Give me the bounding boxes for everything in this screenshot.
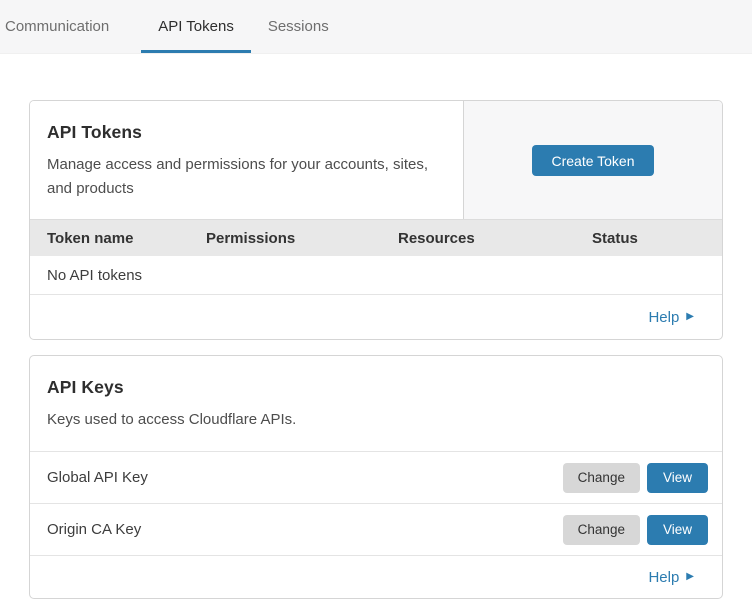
tab-sessions[interactable]: Sessions — [251, 0, 346, 53]
key-name: Global API Key — [47, 469, 148, 486]
column-header-status: Status — [592, 230, 722, 247]
key-actions: Change View — [563, 515, 708, 545]
api-tokens-title: API Tokens — [47, 122, 446, 143]
key-name: Origin CA Key — [47, 521, 141, 538]
api-tokens-subtitle: Manage access and permissions for your a… — [47, 153, 446, 201]
create-token-button[interactable]: Create Token — [532, 145, 653, 176]
api-tokens-card: API Tokens Manage access and permissions… — [29, 100, 723, 340]
help-arrow-icon: ▶ — [686, 572, 694, 582]
api-tokens-footer: Help ▶ — [30, 295, 722, 339]
api-keys-card: API Keys Keys used to access Cloudflare … — [29, 355, 723, 599]
key-row-origin-ca-key: Origin CA Key Change View — [30, 504, 722, 556]
api-tokens-action-panel: Create Token — [463, 101, 722, 219]
api-tokens-help-link[interactable]: Help ▶ — [648, 309, 694, 326]
main-content: API Tokens Manage access and permissions… — [0, 54, 752, 599]
column-header-resources: Resources — [398, 230, 592, 247]
help-arrow-icon: ▶ — [686, 312, 694, 322]
api-keys-title: API Keys — [47, 377, 705, 398]
api-tokens-header-text: API Tokens Manage access and permissions… — [30, 101, 463, 219]
column-header-permissions: Permissions — [206, 230, 398, 247]
help-link-label: Help — [648, 569, 679, 586]
view-global-api-key-button[interactable]: View — [647, 463, 708, 493]
help-link-label: Help — [648, 309, 679, 326]
tokens-table-header: Token name Permissions Resources Status — [30, 219, 722, 256]
change-origin-ca-key-button[interactable]: Change — [563, 515, 640, 545]
api-keys-card-header: API Keys Keys used to access Cloudflare … — [30, 356, 722, 452]
tab-communication[interactable]: Communication — [0, 0, 125, 53]
tab-api-tokens[interactable]: API Tokens — [141, 0, 251, 53]
api-keys-subtitle: Keys used to access Cloudflare APIs. — [47, 408, 447, 432]
tokens-empty-message: No API tokens — [47, 267, 142, 284]
change-global-api-key-button[interactable]: Change — [563, 463, 640, 493]
column-header-token-name: Token name — [47, 230, 206, 247]
key-row-global-api-key: Global API Key Change View — [30, 452, 722, 504]
key-actions: Change View — [563, 463, 708, 493]
api-keys-help-link[interactable]: Help ▶ — [648, 569, 694, 586]
api-tokens-card-header: API Tokens Manage access and permissions… — [30, 101, 722, 219]
tokens-empty-row: No API tokens — [30, 256, 722, 295]
view-origin-ca-key-button[interactable]: View — [647, 515, 708, 545]
tab-bar: Communication API Tokens Sessions — [0, 0, 752, 54]
